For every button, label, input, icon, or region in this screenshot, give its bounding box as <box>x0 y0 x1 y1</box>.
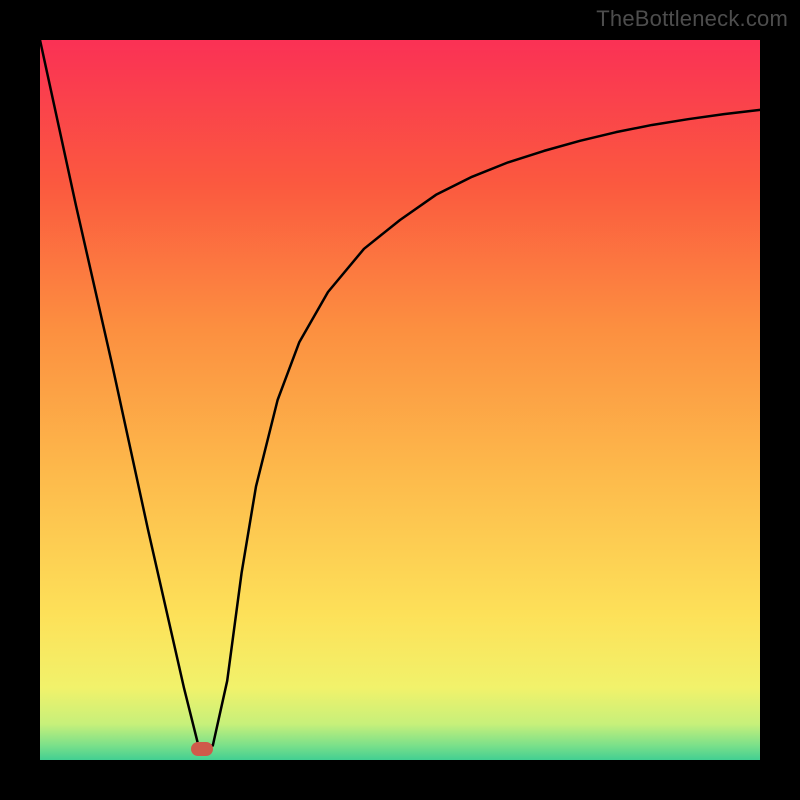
optimal-point-marker <box>191 742 213 756</box>
plot-area <box>40 40 760 760</box>
chart-frame: TheBottleneck.com <box>0 0 800 800</box>
bottleneck-curve-path <box>40 40 760 746</box>
curve-layer <box>40 40 760 760</box>
attribution-label: TheBottleneck.com <box>596 6 788 32</box>
